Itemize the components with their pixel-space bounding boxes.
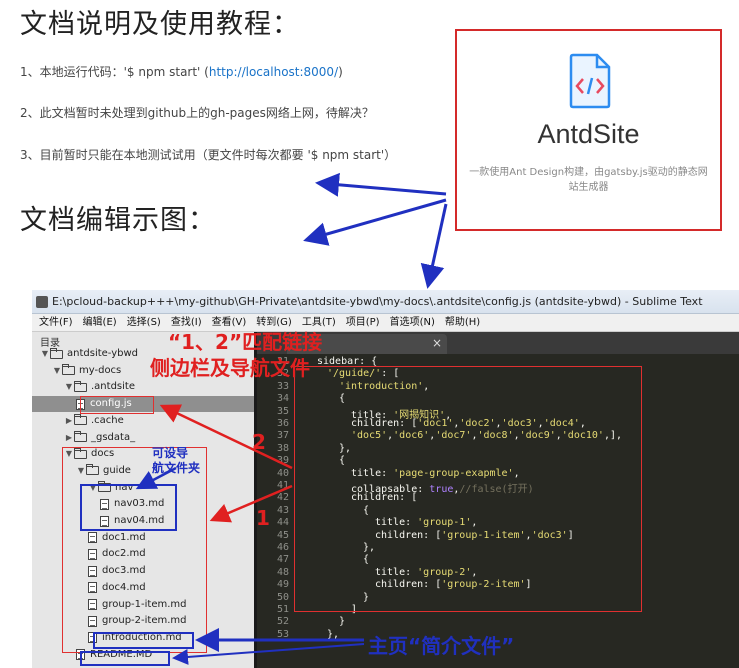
folder-icon (74, 380, 87, 392)
nav-folder-highlight (80, 484, 177, 531)
card-description: 一款使用Ant Design构建，由gatsby.js驱动的静态网站生成器 (469, 167, 708, 193)
folder-icon (62, 364, 75, 376)
nav-note-line2: 航文件夹 (152, 461, 201, 475)
number-2-label: 2 (252, 430, 266, 454)
menu-item[interactable]: 帮助(H) (445, 314, 480, 332)
code-line: } (339, 616, 345, 627)
folder-icon (50, 347, 63, 359)
tree-label: .cache (91, 414, 124, 426)
menu-item[interactable]: 项目(P) (346, 314, 380, 332)
readme-highlight (80, 651, 170, 666)
line-number: 41 (276, 480, 289, 491)
tree-folder[interactable]: ▼ .antdsite (64, 379, 135, 395)
line-number: 47 (276, 554, 289, 566)
line-number: 33 (276, 380, 289, 392)
arrow-to-steps (315, 172, 447, 197)
chevron-down-icon[interactable]: ▼ (52, 363, 62, 379)
tree-folder[interactable]: ▶ .cache (64, 413, 124, 429)
section-heading: 文档编辑示图： (20, 205, 216, 236)
line-number: 35 (276, 405, 289, 417)
card-title: AntdSite (537, 119, 640, 149)
number-1-label: 1 (256, 506, 270, 530)
sidebar-config-highlight (294, 366, 642, 612)
code-token: }, (327, 628, 340, 640)
tree-label: .antdsite (91, 381, 135, 393)
line-number: 36 (276, 418, 289, 429)
code-line: }, (327, 629, 339, 640)
config-js-highlight (80, 396, 154, 414)
sublime-app-icon (36, 296, 48, 308)
folder-icon (74, 414, 87, 426)
window-title: E:\pcloud-backup+++\my-github\GH-Private… (52, 295, 703, 308)
line-number: 49 (276, 579, 289, 591)
chevron-right-icon[interactable]: ▶ (64, 430, 74, 446)
menu-bar: 文件(F) 编辑(E) 选择(S) 查找(I) 查看(V) 转到(G) 工具(T) 项目(P)… (32, 314, 739, 332)
menu-item[interactable]: 编辑(E) (83, 314, 117, 332)
tree-label: antdsite-ybwd (67, 348, 139, 359)
menu-item[interactable]: 首选项(N) (390, 314, 435, 332)
docs-folder-highlight (62, 447, 207, 653)
chevron-down-icon[interactable]: ▼ (64, 379, 74, 395)
step-1: 1、本地运行代码：'$ npm start' (http://localhost… (20, 63, 343, 80)
tab-bar: × (257, 332, 739, 354)
arrow-to-edit-heading (303, 198, 447, 246)
tree-folder[interactable]: ▼ antdsite-ybwd (40, 346, 138, 362)
step-1-text: 1、本地运行代码：'$ npm start' ( (20, 65, 209, 79)
code-token: } (339, 616, 346, 628)
introduction-highlight (93, 632, 194, 649)
line-number: 42 (276, 492, 289, 504)
line-number: 40 (276, 467, 289, 479)
line-number: 50 (276, 591, 289, 603)
line-number: 46 (276, 542, 289, 553)
localhost-link[interactable]: http://localhost:8000/ (209, 65, 338, 79)
code-file-icon (569, 53, 611, 109)
folder-icon (74, 431, 87, 442)
line-number: 53 (276, 628, 289, 640)
home-note: 主页“简介文件” (368, 634, 515, 658)
antdsite-card[interactable]: AntdSite 一款使用Ant Design构建，由gatsby.js驱动的静… (455, 29, 722, 231)
line-number: 51 (276, 604, 289, 615)
step-2: 2、此文档暂时未处理到github上的gh-pages网络上网，待解决？ (20, 106, 374, 120)
menu-item[interactable]: 文件(F) (39, 314, 73, 332)
match-note-line1: “1、2”匹配链接 (168, 330, 323, 354)
chevron-right-icon[interactable]: ▶ (64, 413, 74, 429)
line-number: 52 (276, 616, 289, 628)
line-number: 45 (276, 529, 289, 541)
match-note-line2: 侧边栏及导航文件 (150, 356, 310, 380)
chevron-down-icon[interactable]: ▼ (40, 346, 50, 362)
step-3: 3、目前暂时只能在本地测试试用（更文件时每次都要 '$ npm start'） (20, 148, 397, 162)
line-number: 34 (276, 393, 289, 405)
line-number: 39 (276, 455, 289, 467)
step-1-suffix: ) (338, 65, 343, 79)
tree-label: my-docs (79, 364, 122, 376)
page-title: 文档说明及使用教程： (20, 9, 300, 40)
line-number: 48 (276, 566, 289, 578)
tree-label: _gsdata_ (91, 431, 136, 443)
close-icon[interactable]: × (432, 336, 442, 350)
arrow-to-editor (420, 203, 448, 289)
tree-folder[interactable]: ▶ _gsdata_ (64, 430, 135, 446)
menu-item[interactable]: 选择(S) (127, 314, 161, 332)
window-titlebar: E:\pcloud-backup+++\my-github\GH-Private… (32, 290, 739, 314)
tree-folder[interactable]: ▼ my-docs (52, 363, 121, 379)
